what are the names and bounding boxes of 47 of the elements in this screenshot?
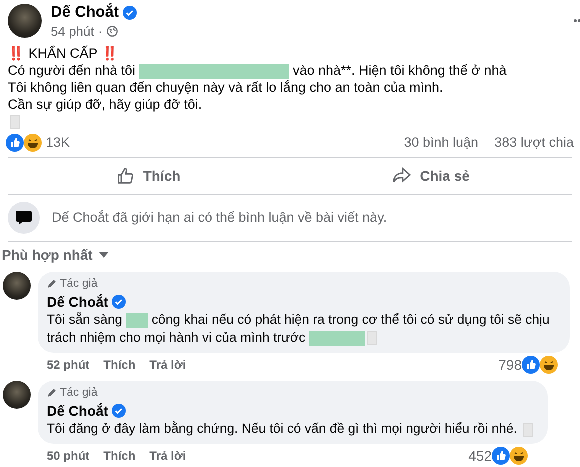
reply-link[interactable]: Trả lời (150, 449, 186, 463)
pen-icon (47, 388, 57, 398)
thumbs-up-icon (117, 166, 136, 185)
comment-time[interactable]: 52 phút (47, 358, 90, 372)
like-link[interactable]: Thích (104, 449, 136, 463)
author-label: Tác giả (60, 386, 98, 399)
like-link[interactable]: Thích (104, 358, 136, 372)
like-reaction-icon (522, 356, 540, 374)
reply-link[interactable]: Trả lời (150, 358, 186, 372)
image-icon (523, 422, 534, 437)
comment-text: Tôi đăng ở đây làm bằng chứng. Nếu tôi có vấn đề gì thì mọi người hiểu rồi nhé. (47, 420, 538, 438)
caret-icon (98, 252, 109, 258)
image-icon (367, 331, 378, 346)
share-button[interactable]: Chia sẻ (290, 160, 572, 192)
like-button[interactable]: Thích (8, 160, 290, 192)
laughing-reaction-icon (24, 134, 42, 152)
author-name[interactable]: Dế Choắt (51, 4, 120, 22)
reaction-count[interactable]: 13K (46, 135, 70, 150)
author-label: Tác giả (60, 278, 98, 290)
redaction-block (126, 312, 148, 328)
comment-author[interactable]: Dế Choắt (47, 294, 108, 310)
post-time[interactable]: 54 phút (51, 24, 94, 39)
like-reaction-icon (6, 134, 24, 152)
share-arrow-icon (392, 166, 412, 185)
reaction-count[interactable]: 798 (498, 356, 522, 373)
avatar[interactable] (3, 380, 31, 409)
redaction-block (309, 330, 366, 346)
comment-time[interactable]: 50 phút (47, 449, 90, 463)
comment-count[interactable]: 30 bình luận (404, 135, 479, 150)
avatar[interactable] (8, 4, 42, 38)
sort-dropdown[interactable]: Phù hợp nhất (0, 242, 111, 268)
image-icon (10, 115, 20, 130)
share-count[interactable]: 383 lượt chia (494, 135, 574, 150)
laughing-reaction-icon (540, 356, 558, 374)
pen-icon (47, 278, 57, 289)
more-options-icon[interactable] (574, 19, 580, 24)
comment-icon (8, 202, 40, 234)
post-text: ‼ KHẨN CẤP ‼ Có người đến nhà tôi vào nhà**. Hiện tôi không thể ở nhà Tôi không liên quan đến chuyện này và rất lo lắng cho an toàn của mình. Cần sự giúp đỡ, hãy giúp đỡ tôi. (0, 38, 580, 130)
reaction-count[interactable]: 452 (468, 448, 492, 464)
restriction-notice: Dế Choắt đã giới hạn ai có thể bình luận về bài viết này. (52, 210, 388, 226)
laughing-reaction-icon (510, 447, 528, 465)
comment-author[interactable]: Dế Choắt (47, 402, 108, 419)
like-reaction-icon (492, 447, 510, 465)
avatar[interactable] (3, 272, 31, 300)
globe-icon (106, 26, 118, 37)
comment-text: Tôi sẵn sàng công khai nếu có phát hiện ra trong cơ thể tôi có sử dụng tôi sẽ chịu trách nhiệm cho mọi hành vi của mình trước (47, 310, 551, 347)
dot-separator: · (98, 24, 103, 39)
